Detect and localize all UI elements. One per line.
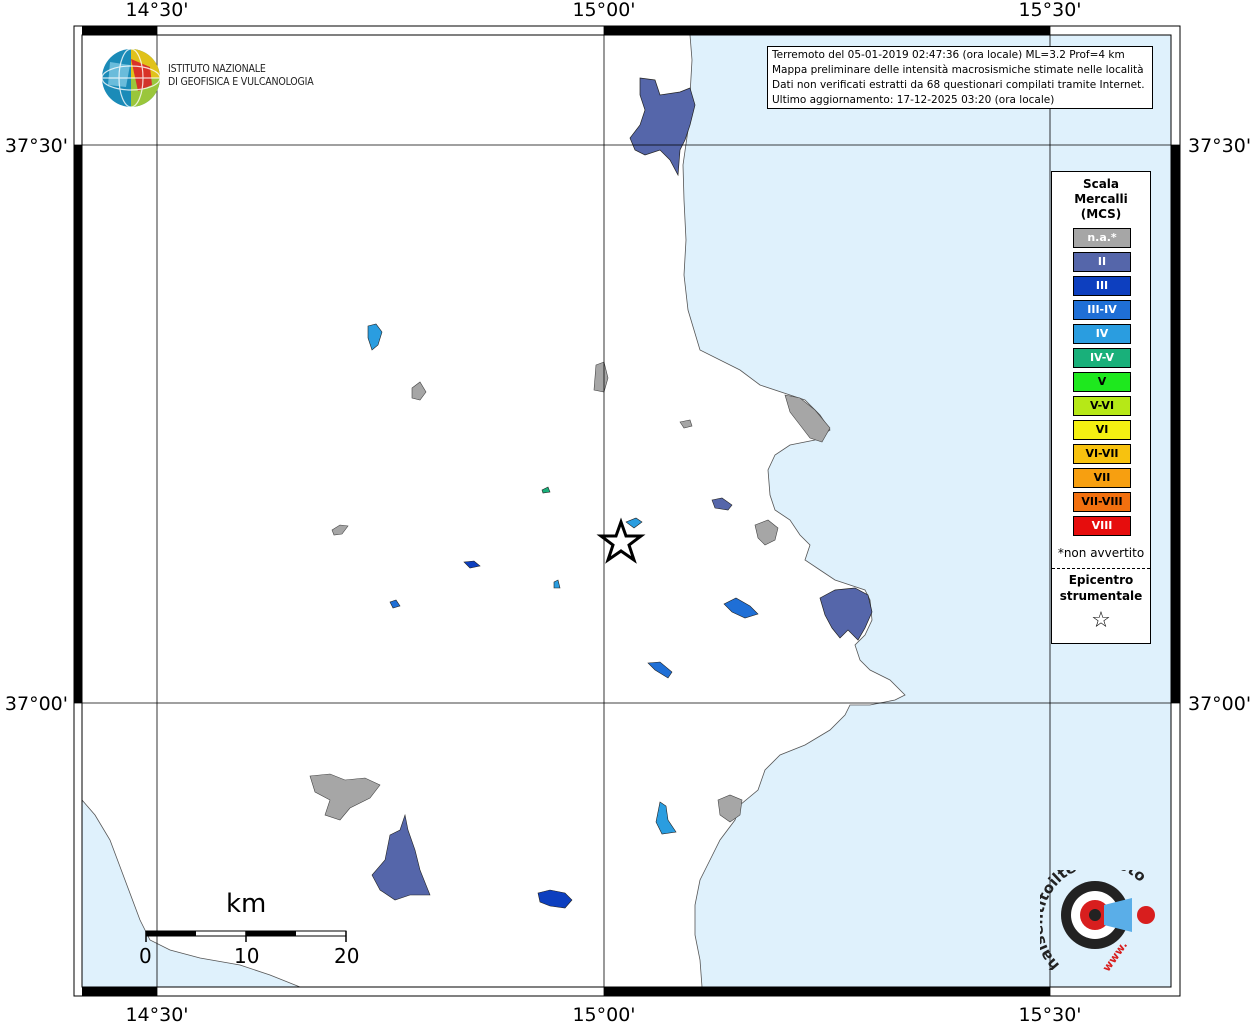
event-info-line2: Mappa preliminare delle intensità macros… xyxy=(772,64,1144,76)
scalebar-unit: km xyxy=(226,889,267,919)
legend-title-3: (MCS) xyxy=(1080,207,1122,221)
globe-icon xyxy=(101,48,161,108)
legend-item: VIII xyxy=(1073,516,1131,536)
legend-item: IV xyxy=(1073,324,1131,344)
event-info-box: Terremoto del 05-01-2019 02:47:36 (ora l… xyxy=(767,46,1153,109)
intensity-legend: Scala Mercalli (MCS) n.a.* II III III-IV IV I… xyxy=(1051,171,1151,644)
legend-title: Scala Mercalli (MCS) xyxy=(1052,177,1150,222)
legend-item: VII xyxy=(1073,468,1131,488)
legend-separator xyxy=(1052,568,1150,569)
legend-item: II xyxy=(1073,252,1131,272)
tick-left-1: 37°30' xyxy=(5,135,68,157)
legend-epicenter-label: Epicentro strumentale xyxy=(1052,572,1150,604)
legend-star-icon: ☆ xyxy=(1091,608,1111,633)
hsit-arc-text: haisentitoilterremoto.it xyxy=(1028,852,1150,975)
legend-item: IV-V xyxy=(1073,348,1131,368)
legend-item: V xyxy=(1073,372,1131,392)
svg-text:haisentitoilterremoto.it: haisentitoilterremoto.it xyxy=(1040,870,1150,970)
tick-right-2: 37°00' xyxy=(1188,693,1251,715)
ingv-name-line1: ISTITUTO NAZIONALE xyxy=(168,63,266,75)
tick-left-2: 37°00' xyxy=(5,693,68,715)
tick-bottom-3: 15°30' xyxy=(1018,1004,1081,1024)
legend-title-1: Scala xyxy=(1082,177,1120,191)
event-info-line3: Dati non verificati estratti da 68 quest… xyxy=(772,79,1145,91)
scalebar-label-10: 10 xyxy=(234,944,260,968)
tick-bottom-2: 15°00' xyxy=(572,1004,635,1024)
legend-item: VI xyxy=(1073,420,1131,440)
right-tick-labels: 37°30' 37°00' xyxy=(1188,135,1251,715)
tick-top-3: 15°30' xyxy=(1018,0,1081,21)
legend-item: n.a.* xyxy=(1073,228,1131,248)
tick-right-1: 37°30' xyxy=(1188,135,1251,157)
event-info-line4: Ultimo aggiornamento: 17-12-2025 03:20 (… xyxy=(772,94,1055,106)
legend-item: III xyxy=(1073,276,1131,296)
legend-epicenter-line1: Epicentro xyxy=(1068,573,1134,587)
legend-item: VI-VII xyxy=(1073,444,1131,464)
hsit-text-svg: haisentitoilterremoto.it xyxy=(1028,852,1150,975)
left-tick-labels: 37°30' 37°00' xyxy=(5,135,68,715)
legend-title-2: Mercalli xyxy=(1074,192,1128,206)
tick-top-2: 15°00' xyxy=(572,0,635,21)
event-info-line1: Terremoto del 05-01-2019 02:47:36 (ora l… xyxy=(772,49,1125,61)
legend-epicenter-line2: strumentale xyxy=(1059,589,1143,603)
legend-note: *non avvertito xyxy=(1057,546,1145,560)
top-tick-labels: 14°30' 15°00' 15°30' xyxy=(125,0,1081,21)
legend-item: III-IV xyxy=(1073,300,1131,320)
scalebar-label-0: 0 xyxy=(139,944,152,968)
bottom-tick-labels: 14°30' 15°00' 15°30' xyxy=(125,1004,1081,1024)
ingv-logo: ISTITUTO NAZIONALE DI GEOFISICA E VULCAN… xyxy=(100,47,330,109)
legend-item: V-VI xyxy=(1073,396,1131,416)
tick-bottom-1: 14°30' xyxy=(125,1004,188,1024)
tick-top-1: 14°30' xyxy=(125,0,188,21)
ingv-name-line2: DI GEOFISICA E VULCANOLOGIA xyxy=(168,76,314,88)
hsit-text-container: haisentitoilterremoto.it xyxy=(1028,852,1160,975)
legend-item: VII-VIII xyxy=(1073,492,1131,512)
scalebar-label-20: 20 xyxy=(334,944,360,968)
